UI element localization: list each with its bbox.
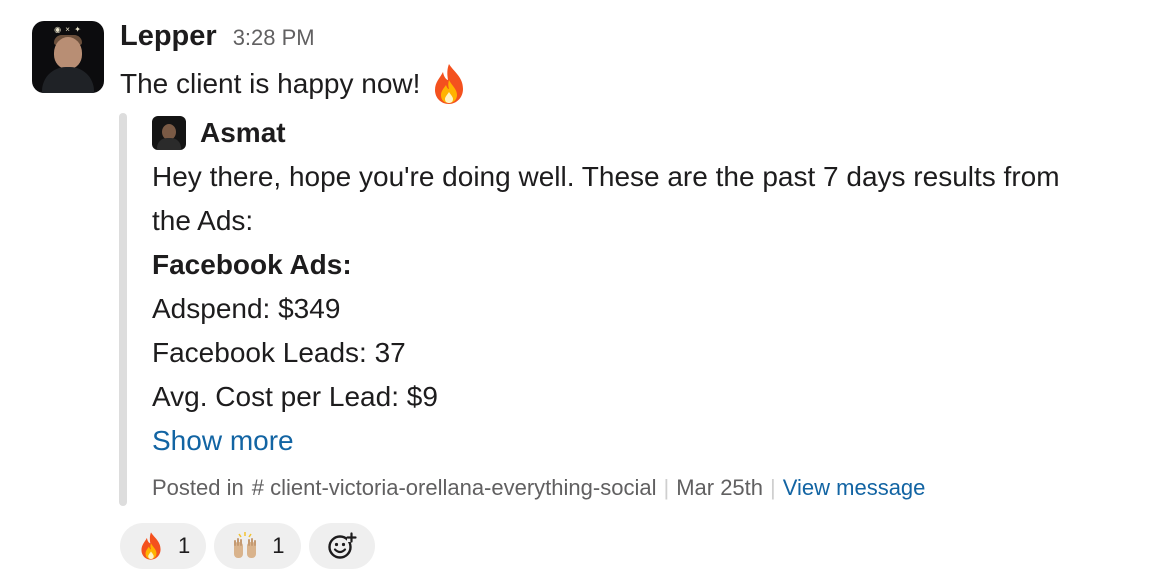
avatar-face: [54, 37, 82, 69]
quoted-message: Asmat Hey there, hope you're doing well.…: [152, 113, 1152, 501]
separator: |: [663, 475, 670, 500]
avatar-logo: ◉ × ✦: [54, 25, 82, 34]
channel-link[interactable]: # client-victoria-orellana-everything-so…: [252, 475, 657, 501]
timestamp[interactable]: 3:28 PM: [233, 25, 315, 51]
quote-header: Asmat: [152, 113, 1152, 153]
reaction-fire[interactable]: 1: [120, 523, 207, 569]
quote-line: the Ads:: [152, 205, 254, 236]
reaction-raised-hands[interactable]: 1: [214, 523, 301, 569]
quote-line: Hey there, hope you're doing well. These…: [152, 161, 1060, 192]
sender-name[interactable]: Lepper: [120, 20, 217, 53]
message: ◉ × ✦ Lepper 3:28 PM The client is happy…: [0, 0, 1170, 584]
add-reaction-icon: [327, 532, 357, 559]
quote-line: Adspend: $349: [152, 293, 341, 324]
reactions-bar: 1 1: [120, 523, 375, 569]
quote-avatar[interactable]: [152, 116, 186, 150]
quote-footer: Posted in # client-victoria-orellana-eve…: [152, 475, 1152, 501]
quote-body: Hey there, hope you're doing well. These…: [152, 155, 1152, 419]
message-body: The client is happy now!: [120, 68, 421, 99]
fire-icon: [141, 532, 161, 560]
quote-bar: [119, 113, 127, 506]
post-date[interactable]: Mar 25th: [676, 475, 763, 501]
add-reaction-button[interactable]: [308, 523, 375, 569]
quote-line: Facebook Leads: 37: [152, 337, 406, 368]
message-text: The client is happy now!: [120, 62, 468, 106]
posted-in-label: Posted in: [152, 475, 244, 500]
fire-icon: [435, 64, 464, 104]
reaction-count: 1: [272, 533, 285, 558]
avatar-body: [42, 67, 94, 93]
view-message-link[interactable]: View message: [783, 475, 926, 501]
show-more-link[interactable]: Show more: [152, 419, 1152, 463]
avatar[interactable]: ◉ × ✦: [32, 21, 104, 93]
separator: |: [770, 475, 776, 500]
quote-avatar-body: [157, 138, 181, 150]
quote-line: Avg. Cost per Lead: $9: [152, 381, 438, 412]
quote-heading: Facebook Ads:: [152, 249, 352, 280]
reaction-count: 1: [178, 533, 191, 558]
quote-author[interactable]: Asmat: [200, 117, 286, 149]
raised-hands-icon: [234, 532, 257, 558]
message-header: Lepper 3:28 PM: [120, 20, 315, 56]
